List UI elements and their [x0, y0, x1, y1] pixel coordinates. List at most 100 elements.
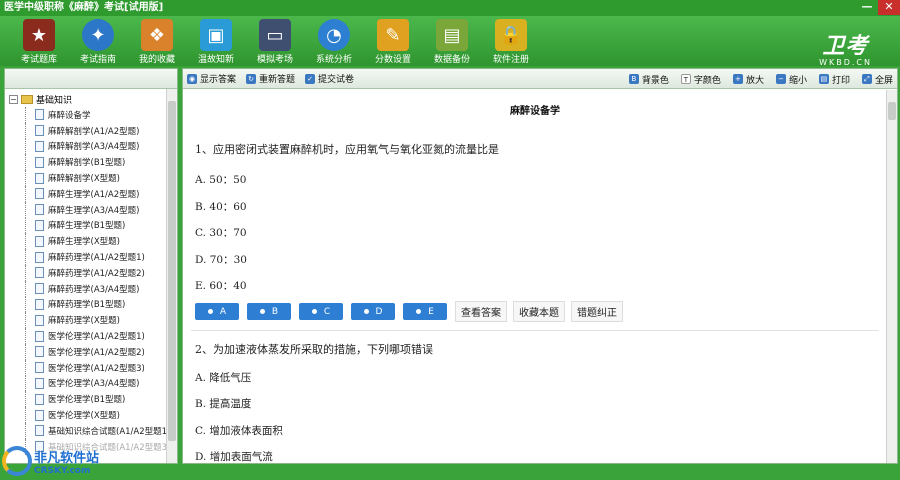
- view-answer-button[interactable]: 查看答案: [455, 301, 507, 322]
- toolbar-item-analysis[interactable]: ◔ 系统分析: [305, 16, 363, 66]
- document-icon: [35, 204, 44, 216]
- tree-item[interactable]: 医学伦理学(X型题): [5, 407, 167, 423]
- tree-item[interactable]: 麻醉设备学: [5, 107, 167, 123]
- collapse-icon[interactable]: −: [9, 94, 18, 104]
- main-toolbar: ★ 考试题库 ✦ 考试指南 ❖ 我的收藏 ▣ 温故知新 ▭ 模拟考场 ◔ 系统分…: [0, 16, 900, 68]
- answer-b-button[interactable]: B: [247, 303, 291, 320]
- toolbar-item-exam-bank[interactable]: ★ 考试题库: [10, 16, 68, 66]
- show-answer-button[interactable]: ◉ 显示答案: [187, 72, 236, 85]
- option-c: C. 30：70: [195, 227, 247, 239]
- report-error-button[interactable]: 错题纠正: [571, 301, 623, 322]
- answer-label: E: [428, 306, 434, 317]
- bg-color-button[interactable]: B 背景色: [628, 73, 669, 86]
- radio-icon: [259, 309, 265, 314]
- document-icon: [35, 109, 44, 121]
- font-color-button[interactable]: T 字颜色: [680, 73, 721, 86]
- tree-item[interactable]: 医学伦理学(B1型题): [5, 391, 167, 407]
- tree-item-label: 医学伦理学(B1型题): [48, 395, 126, 406]
- document-icon: [35, 188, 44, 200]
- tree-item-label: 基础知识综合试题(A1/A2型题1): [48, 426, 167, 437]
- tree-item[interactable]: 麻醉解剖学(B1型题): [5, 154, 167, 170]
- radio-icon: [311, 309, 317, 314]
- zoom-in-icon: +: [732, 74, 743, 84]
- tree-item[interactable]: 麻醉解剖学(X型题): [5, 170, 167, 186]
- toolbar-item-score-settings[interactable]: ✎ 分数设置: [364, 16, 422, 66]
- toolbar-label: 温故知新: [197, 55, 234, 65]
- redo-button[interactable]: ↻ 重新答题: [246, 72, 295, 85]
- document-icon: [35, 219, 44, 231]
- tree-root[interactable]: − 基础知识: [5, 91, 167, 107]
- toolbar-item-register[interactable]: 🔒 软件注册: [482, 16, 540, 66]
- toolbar-item-exam-guide[interactable]: ✦ 考试指南: [69, 16, 127, 66]
- toolbar-item-review[interactable]: ▣ 温故知新: [187, 16, 245, 66]
- toolbar-item-backup[interactable]: ▤ 数据备份: [423, 16, 481, 66]
- zoom-in-button[interactable]: + 放大: [732, 73, 764, 86]
- favorite-question-button[interactable]: 收藏本题: [513, 301, 565, 322]
- answer-c-button[interactable]: C: [299, 303, 343, 320]
- view-controls: B 背景色 T 字颜色 + 放大 − 缩小 ▤ 打印 ⤢ 全屏: [617, 69, 893, 89]
- tree-item[interactable]: 麻醉生理学(B1型题): [5, 217, 167, 234]
- tree-item-label: 医学伦理学(A1/A2型题2): [48, 347, 145, 358]
- tree-item-label: 麻醉设备学: [48, 110, 91, 121]
- tree-item[interactable]: 麻醉药理学(A1/A2型题2): [5, 264, 167, 281]
- toolbar-label: 考试指南: [79, 55, 116, 65]
- bg-color-icon: B: [628, 74, 639, 84]
- document-icon: [35, 140, 44, 152]
- tree-item[interactable]: 麻醉药理学(X型题): [5, 312, 167, 328]
- tree-scrollbar[interactable]: [166, 89, 177, 463]
- minimize-button[interactable]: —: [856, 0, 878, 15]
- document-icon: [35, 298, 44, 310]
- compass-icon: ✦: [82, 19, 114, 51]
- tree-item[interactable]: 麻醉药理学(A1/A2型题1): [5, 249, 167, 265]
- toolbar-label: 分数设置: [374, 55, 411, 65]
- tree-item[interactable]: 医学伦理学(A1/A2型题3): [5, 359, 167, 376]
- toolbar-item-favorites[interactable]: ❖ 我的收藏: [128, 16, 186, 66]
- tree-item[interactable]: 医学伦理学(A3/A4型题): [5, 375, 167, 392]
- content-scrollbar[interactable]: [886, 90, 897, 463]
- tree-item[interactable]: 医学伦理学(A1/A2型题1): [5, 328, 167, 344]
- scrollbar-thumb[interactable]: [888, 102, 896, 120]
- answer-e-button[interactable]: E: [403, 303, 447, 320]
- toolbar-item-mock-exam[interactable]: ▭ 模拟考场: [246, 16, 304, 66]
- fullscreen-button[interactable]: ⤢ 全屏: [861, 73, 893, 86]
- document-icon: [35, 235, 44, 247]
- close-button[interactable]: ✕: [878, 0, 900, 15]
- tree-item-label: 麻醉药理学(A3/A4型题): [48, 284, 140, 295]
- answer-label: A: [219, 306, 227, 317]
- logo-text: 卫考: [822, 34, 869, 59]
- answer-d-button[interactable]: D: [351, 303, 395, 320]
- button-label: 重新答题: [259, 75, 296, 85]
- tree-item-label: 麻醉解剖学(A1/A2型题): [48, 126, 140, 137]
- document-icon: [35, 251, 44, 263]
- tree-item[interactable]: 麻醉解剖学(A3/A4型题): [5, 138, 167, 155]
- font-color-icon: T: [680, 74, 691, 84]
- tree-item[interactable]: 麻醉药理学(B1型题): [5, 296, 167, 313]
- tree-item[interactable]: 麻醉生理学(A1/A2型题): [5, 185, 167, 202]
- button-label: 缩小: [788, 75, 807, 86]
- zoom-out-button[interactable]: − 缩小: [775, 73, 807, 86]
- answer-a-button[interactable]: A: [195, 303, 239, 320]
- radio-icon: [416, 309, 422, 314]
- tree-item[interactable]: 麻醉生理学(A3/A4型题): [5, 201, 167, 218]
- toolbar-label: 数据备份: [433, 55, 470, 65]
- app-logo: 卫考 WKBD.CN: [819, 34, 872, 68]
- tree-item[interactable]: 医学伦理学(A1/A2型题2): [5, 343, 167, 360]
- print-button[interactable]: ▤ 打印: [818, 73, 850, 86]
- question-divider: [191, 329, 879, 331]
- title-bar: 医学中级职称《麻醉》考试[试用版] — ✕: [0, 0, 900, 16]
- scrollbar-thumb[interactable]: [168, 101, 176, 441]
- tree-item[interactable]: 麻醉解剖学(A1/A2型题): [5, 122, 167, 139]
- toolbar-label: 我的收藏: [138, 55, 175, 65]
- tree-item-label: 医学伦理学(A3/A4型题): [48, 379, 140, 390]
- button-label: 背景色: [641, 75, 669, 86]
- document-icon: [35, 283, 44, 295]
- tree-item[interactable]: 麻醉药理学(A3/A4型题): [5, 280, 167, 297]
- answer-row: A B C D E 查看答案 收藏本题 错题纠正: [183, 301, 887, 322]
- tree-item[interactable]: 基础知识综合试题(A1/A2型题1): [5, 422, 167, 439]
- document-icon: [35, 425, 44, 437]
- submit-button[interactable]: ✓ 提交试卷: [305, 72, 354, 85]
- window-title: 医学中级职称《麻醉》考试[试用版]: [4, 2, 164, 13]
- tree-item-label: 麻醉解剖学(A3/A4型题): [48, 142, 140, 153]
- question-2-text: 2、为加速液体蒸发所采取的措施，下列哪项错误: [195, 342, 433, 356]
- tree-item[interactable]: 麻醉生理学(X型题): [5, 233, 167, 249]
